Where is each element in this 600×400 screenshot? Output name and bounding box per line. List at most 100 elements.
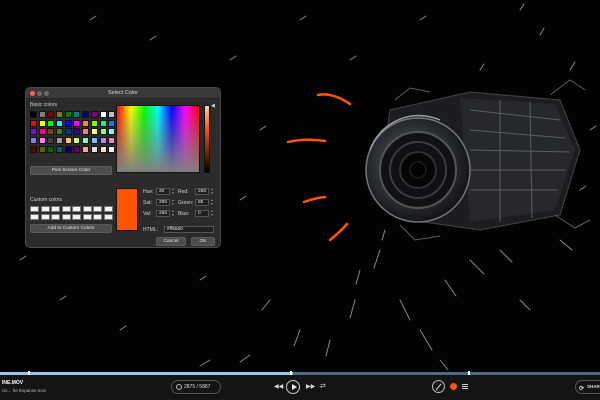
basic-color-swatch[interactable] [38,145,46,153]
custom-color-swatch[interactable] [30,213,39,220]
basic-color-swatch[interactable] [56,137,64,145]
basic-color-swatch[interactable] [108,128,116,136]
html-color-input[interactable]: #ff5500 [164,226,214,233]
basic-color-swatch[interactable] [90,119,98,127]
basic-color-swatch[interactable] [30,137,37,145]
basic-color-swatch[interactable] [30,128,37,136]
pen-icon[interactable] [432,380,445,393]
basic-color-swatch[interactable] [82,145,90,153]
hue-spinner-icon[interactable]: ▲ ▼ [171,187,175,195]
custom-color-swatch[interactable] [51,206,60,212]
custom-color-swatch[interactable] [61,213,71,220]
layers-icon[interactable] [462,384,468,389]
sat-spinner-icon[interactable]: ▲ ▼ [171,198,175,206]
basic-color-swatch[interactable] [30,111,37,118]
custom-color-swatch[interactable] [51,213,60,220]
custom-color-swatch[interactable] [93,206,102,212]
custom-colors-grid [30,206,113,220]
basic-color-swatch[interactable] [47,119,55,127]
share-label: SHAR [587,384,600,389]
play-icon[interactable] [286,380,300,394]
basic-color-swatch[interactable] [30,145,37,153]
basic-color-swatch[interactable] [90,145,98,153]
value-slider[interactable] [204,105,210,173]
custom-color-swatch[interactable] [72,206,81,212]
basic-color-swatch[interactable] [64,145,72,153]
basic-color-swatch[interactable] [90,111,98,118]
rewind-icon[interactable]: ◀◀ [274,383,283,390]
add-to-custom-colors-button[interactable]: Add to Custom Colors [30,224,112,233]
basic-color-swatch[interactable] [64,111,72,118]
basic-color-swatch[interactable] [64,119,72,127]
basic-color-swatch[interactable] [108,145,116,153]
basic-color-swatch[interactable] [38,137,46,145]
basic-color-swatch[interactable] [56,111,64,118]
basic-color-swatch[interactable] [99,128,107,136]
pick-screen-color-button[interactable]: Pick Screen Color [30,166,112,175]
basic-color-swatch[interactable] [73,128,81,136]
file-subtitle: nic... he Expanse.mov [2,388,47,393]
cancel-button[interactable]: Cancel [156,237,186,246]
green-spinner-icon[interactable]: ▲ ▼ [210,198,214,206]
share-button[interactable]: ⟳ SHAR [575,380,600,394]
dialog-titlebar: Select Color [26,88,220,99]
green-input[interactable]: 85 [195,199,209,206]
custom-color-swatch[interactable] [30,206,39,212]
hue-input[interactable]: 20 [156,188,170,195]
basic-color-swatch[interactable] [99,145,107,153]
red-spinner-icon[interactable]: ▲ ▼ [210,187,214,195]
basic-color-swatch[interactable] [38,111,46,118]
sat-input[interactable]: 255 [156,199,170,206]
basic-color-swatch[interactable] [108,119,116,127]
basic-color-swatch[interactable] [47,137,55,145]
custom-color-swatch[interactable] [103,213,113,220]
ok-button[interactable]: OK [191,237,215,246]
record-icon[interactable] [450,383,457,390]
basic-color-swatch[interactable] [56,128,64,136]
basic-color-swatch[interactable] [99,111,107,118]
blue-input[interactable]: 0 [195,210,209,217]
val-input[interactable]: 255 [156,210,170,217]
custom-color-swatch[interactable] [82,206,92,212]
basic-color-swatch[interactable] [82,128,90,136]
basic-color-swatch[interactable] [47,128,55,136]
basic-color-swatch[interactable] [30,119,37,127]
custom-color-swatch[interactable] [61,206,71,212]
custom-color-swatch[interactable] [103,206,113,212]
basic-color-swatch[interactable] [38,119,46,127]
slider-arrow-icon[interactable]: ◀ [211,104,215,109]
hue-saturation-spectrum[interactable] [116,105,200,173]
custom-color-swatch[interactable] [93,213,102,220]
custom-color-swatch[interactable] [82,213,92,220]
val-spinner-icon[interactable]: ▲ ▼ [171,209,175,217]
red-input[interactable]: 255 [195,188,209,195]
basic-color-swatch[interactable] [64,128,72,136]
custom-color-swatch[interactable] [72,213,81,220]
blue-spinner-icon[interactable]: ▲ ▼ [210,209,214,217]
custom-color-swatch[interactable] [40,206,50,212]
basic-color-swatch[interactable] [56,119,64,127]
basic-colors-label: Basic colors [30,102,57,108]
basic-color-swatch[interactable] [73,137,81,145]
basic-color-swatch[interactable] [47,145,55,153]
basic-color-swatch[interactable] [82,111,90,118]
basic-color-swatch[interactable] [47,111,55,118]
basic-color-swatch[interactable] [90,128,98,136]
basic-color-swatch[interactable] [82,137,90,145]
basic-color-swatch[interactable] [90,137,98,145]
frame-counter[interactable]: 2875 / 5887 [171,380,221,394]
basic-color-swatch[interactable] [99,137,107,145]
basic-color-swatch[interactable] [73,145,81,153]
basic-color-swatch[interactable] [99,119,107,127]
basic-color-swatch[interactable] [38,128,46,136]
basic-color-swatch[interactable] [108,111,116,118]
loop-icon[interactable]: ⇄ [320,382,326,390]
basic-color-swatch[interactable] [73,111,81,118]
fast-forward-icon[interactable]: ▶▶ [306,383,315,390]
custom-color-swatch[interactable] [40,213,50,220]
basic-color-swatch[interactable] [64,137,72,145]
basic-color-swatch[interactable] [73,119,81,127]
basic-color-swatch[interactable] [82,119,90,127]
basic-color-swatch[interactable] [108,137,116,145]
basic-color-swatch[interactable] [56,145,64,153]
